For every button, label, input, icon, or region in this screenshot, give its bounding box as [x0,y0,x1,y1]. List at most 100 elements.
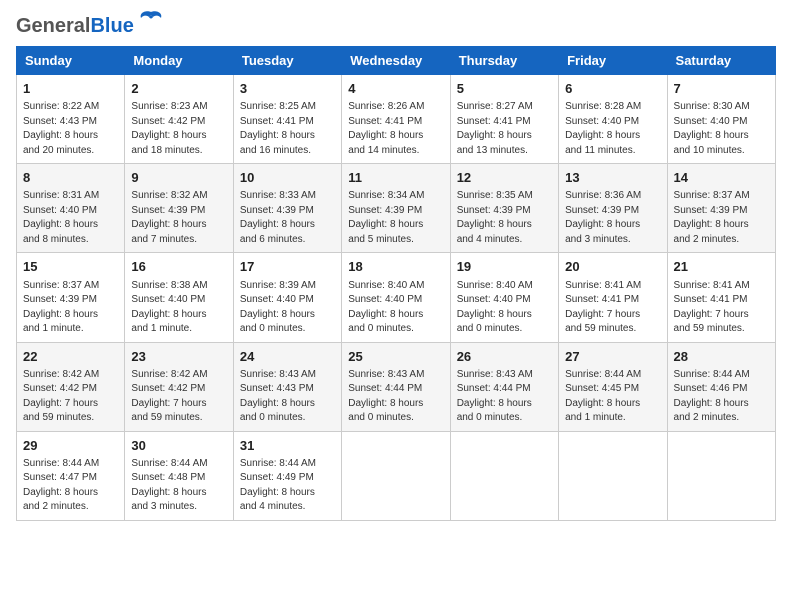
calendar-cell: 12 Sunrise: 8:35 AMSunset: 4:39 PMDayligh… [450,164,558,253]
calendar-cell: 16Sunrise: 8:38 AMSunset: 4:40 PMDayligh… [125,253,233,342]
logo: GeneralBlue [16,16,165,36]
calendar-cell: 11 Sunrise: 8:34 AMSunset: 4:39 PMDayligh… [342,164,450,253]
cell-content: Sunrise: 8:40 AMSunset: 4:40 PMDaylight:… [457,280,533,335]
calendar-cell: 13Sunrise: 8:36 AMSunset: 4:39 PMDayligh… [559,164,667,253]
day-number: 22 [23,348,118,366]
calendar-cell: 21 Sunrise: 8:41 AMSunset: 4:41 PMDayligh… [667,253,775,342]
cell-content: Sunrise: 8:32 AMSunset: 4:39 PMDaylight:… [131,190,207,245]
day-number: 23 [131,348,226,366]
cell-content: Sunrise: 8:42 AMSunset: 4:42 PMDaylight:… [131,369,207,424]
cell-content: Sunrise: 8:44 AMSunset: 4:47 PMDaylight:… [23,458,99,513]
cell-content: Sunrise: 8:44 AMSunset: 4:46 PMDaylight:… [674,369,750,424]
calendar-cell: 19 Sunrise: 8:40 AMSunset: 4:40 PMDayligh… [450,253,558,342]
day-number: 15 [23,258,118,276]
logo-general-text: General [16,15,90,37]
day-number: 29 [23,437,118,455]
cell-content: Sunrise: 8:41 AMSunset: 4:41 PMDaylight:… [565,280,641,335]
calendar-week-row: 8 Sunrise: 8:31 AMSunset: 4:40 PMDaylight… [17,164,776,253]
calendar-week-row: 22 Sunrise: 8:42 AMSunset: 4:42 PMDayligh… [17,342,776,431]
calendar-cell: 28 Sunrise: 8:44 AMSunset: 4:46 PMDayligh… [667,342,775,431]
calendar-cell: 23 Sunrise: 8:42 AMSunset: 4:42 PMDayligh… [125,342,233,431]
calendar-cell: 22 Sunrise: 8:42 AMSunset: 4:42 PMDayligh… [17,342,125,431]
cell-content: Sunrise: 8:43 AMSunset: 4:43 PMDaylight:… [240,369,316,424]
calendar-cell: 7 Sunrise: 8:30 AMSunset: 4:40 PMDaylight… [667,75,775,164]
calendar-cell [667,431,775,520]
cell-content: Sunrise: 8:44 AMSunset: 4:49 PMDaylight:… [240,458,316,513]
cell-content: Sunrise: 8:43 AMSunset: 4:44 PMDaylight:… [348,369,424,424]
day-number: 17 [240,258,335,276]
calendar-cell: 3 Sunrise: 8:25 AMSunset: 4:41 PMDaylight… [233,75,341,164]
cell-content: Sunrise: 8:23 AMSunset: 4:42 PMDaylight:… [131,101,207,156]
weekday-header-wednesday: Wednesday [342,47,450,75]
day-number: 4 [348,80,443,98]
calendar-cell: 6 Sunrise: 8:28 AMSunset: 4:40 PMDaylight… [559,75,667,164]
day-number: 18 [348,258,443,276]
cell-content: Sunrise: 8:25 AMSunset: 4:41 PMDaylight:… [240,101,316,156]
cell-content: Sunrise: 8:34 AMSunset: 4:39 PMDaylight:… [348,190,424,245]
cell-content: Sunrise: 8:30 AMSunset: 4:40 PMDaylight:… [674,101,750,156]
day-number: 9 [131,169,226,187]
cell-content: Sunrise: 8:37 AMSunset: 4:39 PMDaylight:… [23,280,99,335]
cell-content: Sunrise: 8:31 AMSunset: 4:40 PMDaylight:… [23,190,99,245]
weekday-header-saturday: Saturday [667,47,775,75]
logo-bird-icon [137,10,165,34]
weekday-header-row: SundayMondayTuesdayWednesdayThursdayFrid… [17,47,776,75]
calendar-cell: 29 Sunrise: 8:44 AMSunset: 4:47 PMDayligh… [17,431,125,520]
page-header: GeneralBlue [16,16,776,36]
calendar-cell: 2 Sunrise: 8:23 AMSunset: 4:42 PMDaylight… [125,75,233,164]
day-number: 25 [348,348,443,366]
day-number: 11 [348,169,443,187]
cell-content: Sunrise: 8:44 AMSunset: 4:45 PMDaylight:… [565,369,641,424]
logo-blue-text: Blue [90,15,133,37]
day-number: 31 [240,437,335,455]
calendar-cell: 24Sunrise: 8:43 AMSunset: 4:43 PMDayligh… [233,342,341,431]
calendar-cell: 18 Sunrise: 8:40 AMSunset: 4:40 PMDayligh… [342,253,450,342]
day-number: 1 [23,80,118,98]
day-number: 14 [674,169,769,187]
day-number: 12 [457,169,552,187]
calendar-cell: 26Sunrise: 8:43 AMSunset: 4:44 PMDayligh… [450,342,558,431]
weekday-header-sunday: Sunday [17,47,125,75]
day-number: 27 [565,348,660,366]
calendar-table: SundayMondayTuesdayWednesdayThursdayFrid… [16,46,776,521]
calendar-week-row: 15 Sunrise: 8:37 AMSunset: 4:39 PMDayligh… [17,253,776,342]
cell-content: Sunrise: 8:42 AMSunset: 4:42 PMDaylight:… [23,369,99,424]
calendar-cell: 1 Sunrise: 8:22 AMSunset: 4:43 PMDaylight… [17,75,125,164]
calendar-cell: 25 Sunrise: 8:43 AMSunset: 4:44 PMDayligh… [342,342,450,431]
cell-content: Sunrise: 8:36 AMSunset: 4:39 PMDaylight:… [565,190,641,245]
calendar-cell [559,431,667,520]
cell-content: Sunrise: 8:28 AMSunset: 4:40 PMDaylight:… [565,101,641,156]
day-number: 28 [674,348,769,366]
calendar-week-row: 29 Sunrise: 8:44 AMSunset: 4:47 PMDayligh… [17,431,776,520]
day-number: 8 [23,169,118,187]
cell-content: Sunrise: 8:35 AMSunset: 4:39 PMDaylight:… [457,190,533,245]
cell-content: Sunrise: 8:40 AMSunset: 4:40 PMDaylight:… [348,280,424,335]
calendar-cell: 15 Sunrise: 8:37 AMSunset: 4:39 PMDayligh… [17,253,125,342]
calendar-cell: 9 Sunrise: 8:32 AMSunset: 4:39 PMDaylight… [125,164,233,253]
weekday-header-tuesday: Tuesday [233,47,341,75]
day-number: 30 [131,437,226,455]
day-number: 7 [674,80,769,98]
calendar-cell: 8 Sunrise: 8:31 AMSunset: 4:40 PMDaylight… [17,164,125,253]
calendar-cell: 14Sunrise: 8:37 AMSunset: 4:39 PMDayligh… [667,164,775,253]
cell-content: Sunrise: 8:41 AMSunset: 4:41 PMDaylight:… [674,280,750,335]
cell-content: Sunrise: 8:26 AMSunset: 4:41 PMDaylight:… [348,101,424,156]
day-number: 3 [240,80,335,98]
day-number: 20 [565,258,660,276]
weekday-header-friday: Friday [559,47,667,75]
weekday-header-thursday: Thursday [450,47,558,75]
calendar-cell: 27 Sunrise: 8:44 AMSunset: 4:45 PMDayligh… [559,342,667,431]
calendar-cell [342,431,450,520]
cell-content: Sunrise: 8:33 AMSunset: 4:39 PMDaylight:… [240,190,316,245]
day-number: 21 [674,258,769,276]
calendar-cell: 31 Sunrise: 8:44 AMSunset: 4:49 PMDayligh… [233,431,341,520]
day-number: 2 [131,80,226,98]
calendar-cell: 5Sunrise: 8:27 AMSunset: 4:41 PMDaylight… [450,75,558,164]
day-number: 6 [565,80,660,98]
cell-content: Sunrise: 8:22 AMSunset: 4:43 PMDaylight:… [23,101,99,156]
cell-content: Sunrise: 8:44 AMSunset: 4:48 PMDaylight:… [131,458,207,513]
calendar-week-row: 1 Sunrise: 8:22 AMSunset: 4:43 PMDaylight… [17,75,776,164]
cell-content: Sunrise: 8:27 AMSunset: 4:41 PMDaylight:… [457,101,533,156]
weekday-header-monday: Monday [125,47,233,75]
day-number: 19 [457,258,552,276]
